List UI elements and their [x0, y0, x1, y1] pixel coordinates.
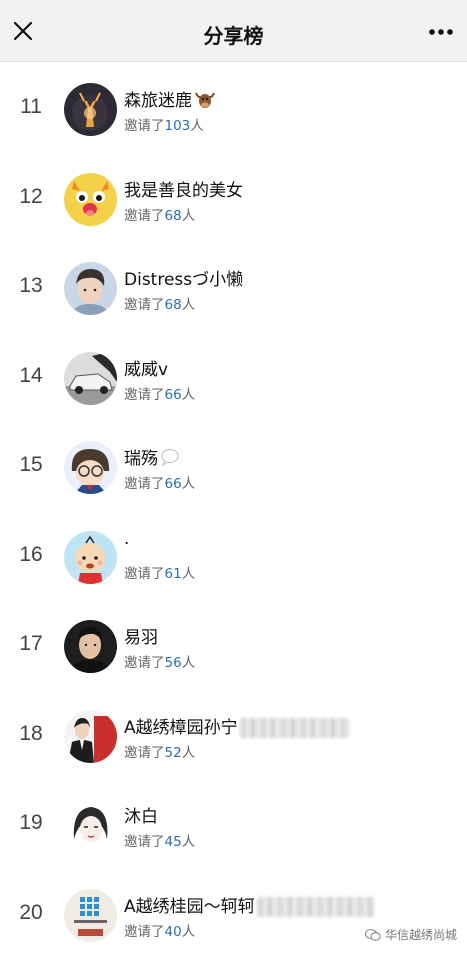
list-item[interactable]: 16 · 邀请了61人 — [0, 510, 467, 600]
rank-number: 20 — [0, 901, 62, 925]
invite-count: 邀请了68人 — [124, 204, 195, 224]
user-name: A越绣樟园孙宁 — [124, 713, 350, 738]
rank-number: 16 — [0, 543, 62, 567]
more-options-button[interactable] — [423, 18, 459, 46]
ranking-list: 11 森旅迷鹿 邀请了103人 — [0, 62, 467, 957]
rank-number: 11 — [0, 95, 62, 119]
rank-number: 13 — [0, 274, 62, 298]
rank-number: 18 — [0, 722, 62, 746]
user-name: 森旅迷鹿 — [124, 86, 216, 114]
ox-emoji — [194, 89, 216, 114]
list-item[interactable]: 20 A越绣桂园～轲轲 邀请了40人 — [0, 868, 467, 957]
user-name: 瑞殇 — [124, 444, 180, 471]
list-item[interactable]: 14 威威v 邀请了66人 — [0, 331, 467, 421]
rank-number: 12 — [0, 185, 62, 209]
yellow-cartoon-avatar[interactable] — [64, 173, 117, 226]
close-button[interactable] — [8, 16, 38, 46]
invite-count: 邀请了66人 — [124, 383, 195, 403]
invite-count: 邀请了66人 — [124, 472, 195, 492]
agent-woman-avatar[interactable] — [64, 710, 117, 763]
car-avatar[interactable] — [64, 352, 117, 405]
top-bar: 分享榜 — [0, 0, 467, 62]
user-name: 易羽 — [124, 623, 158, 648]
list-item[interactable]: 11 森旅迷鹿 邀请了103人 — [0, 62, 467, 152]
more-dots-icon — [423, 18, 459, 46]
invite-count: 邀请了61人 — [124, 562, 195, 582]
user-name: Distressづ小懒 — [124, 265, 243, 290]
rank-number: 14 — [0, 364, 62, 388]
page-title: 分享榜 — [0, 20, 467, 49]
rank-number: 17 — [0, 632, 62, 656]
user-name: · — [124, 534, 129, 554]
watermark-text: 华信越绣尚城 — [385, 926, 457, 943]
rank-number: 15 — [0, 453, 62, 477]
list-item[interactable]: 19 沐白 邀请了45人 — [0, 778, 467, 868]
redacted-text — [240, 718, 350, 738]
sketch-girl-avatar[interactable] — [64, 799, 117, 852]
invite-count: 邀请了68人 — [124, 293, 195, 313]
speech-bubble-emoji — [160, 448, 180, 471]
list-item[interactable]: 13 Distressづ小懒 邀请了68人 — [0, 241, 467, 331]
invite-count: 邀请了45人 — [124, 830, 195, 850]
cartoon-boy-avatar[interactable] — [64, 531, 117, 584]
user-name: 我是善良的美女 — [124, 176, 243, 201]
list-item[interactable]: 15 瑞殇 邀请了66人 — [0, 420, 467, 510]
invite-count: 邀请了40人 — [124, 920, 195, 940]
young-man-avatar[interactable] — [64, 262, 117, 315]
man-portrait-avatar[interactable] — [64, 620, 117, 673]
watermark: 华信越绣尚城 — [365, 926, 457, 943]
list-item[interactable]: 18 A越绣樟园孙宁 邀请了52人 — [0, 689, 467, 779]
wechat-icon — [365, 928, 381, 942]
invite-count: 邀请了103人 — [124, 114, 204, 134]
deer-lamp-avatar[interactable] — [64, 83, 117, 136]
redacted-text — [257, 897, 375, 917]
detective-cartoon-avatar[interactable] — [64, 441, 117, 494]
company-logo-avatar[interactable] — [64, 889, 117, 942]
user-name: 威威v — [124, 355, 168, 380]
close-icon — [8, 16, 38, 46]
user-name: 沐白 — [124, 802, 158, 827]
invite-count: 邀请了52人 — [124, 741, 195, 761]
user-name: A越绣桂园～轲轲 — [124, 892, 375, 917]
list-item[interactable]: 12 我是善良的美女 邀请了68人 — [0, 152, 467, 242]
invite-count: 邀请了56人 — [124, 651, 195, 671]
rank-number: 19 — [0, 811, 62, 835]
list-item[interactable]: 17 易羽 邀请了56人 — [0, 599, 467, 689]
